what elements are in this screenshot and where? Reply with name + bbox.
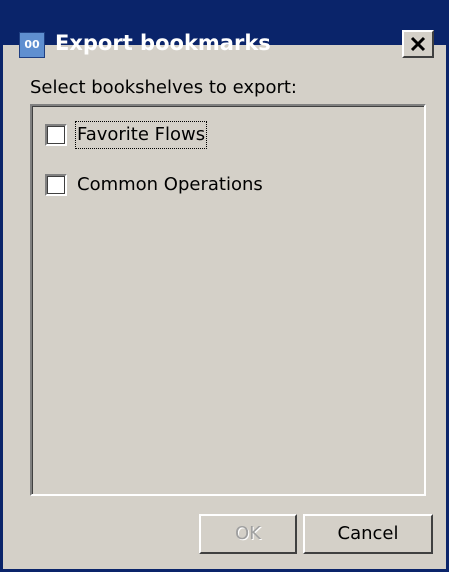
select-prompt-label: Select bookshelves to export: [30,77,297,98]
common-operations-checkbox[interactable] [45,174,67,196]
common-operations-label[interactable]: Common Operations [77,173,263,197]
close-x-icon [410,36,426,52]
bookshelves-list[interactable]: Favorite Flows Common Operations [30,104,426,496]
bookshelves-list-inner: Favorite Flows Common Operations [32,106,424,494]
bookshelf-item-common-operations[interactable]: Common Operations [45,171,263,199]
close-button[interactable] [402,30,434,58]
dialog-title: Export bookmarks [55,31,271,55]
app-icon: 00 [19,32,45,58]
bookshelf-item-favorite-flows[interactable]: Favorite Flows [45,121,208,149]
favorite-flows-checkbox[interactable] [45,124,67,146]
cancel-button[interactable]: Cancel [303,514,433,554]
ok-button[interactable]: OK [199,514,297,554]
favorite-flows-label[interactable]: Favorite Flows [74,121,208,149]
